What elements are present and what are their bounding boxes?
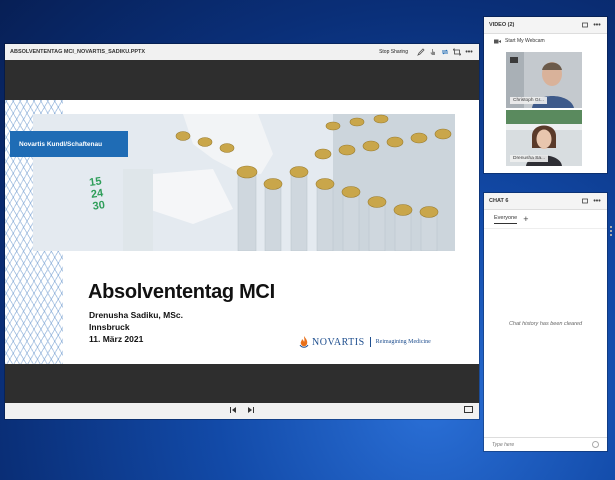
vial-number: 30 — [91, 199, 106, 213]
site-label: Novartis Kundl/Schaftenau — [10, 131, 128, 157]
chat-empty-message: Chat history has been cleared — [508, 321, 583, 327]
novartis-wordmark: NOVARTIS — [312, 336, 365, 348]
presentation-slide: 15 24 30 Novartis Kundl/Schaftenau Absol… — [5, 100, 479, 364]
add-tab-button[interactable]: + — [523, 214, 528, 224]
previous-icon — [230, 407, 236, 413]
video-tile[interactable]: Drenusha Sa... — [506, 110, 582, 166]
more-options-icon[interactable]: ••• — [592, 196, 602, 206]
sync-icon[interactable] — [440, 47, 450, 57]
slide-speaker: Drenusha Sadiku, MSc. — [89, 310, 183, 320]
more-options-icon[interactable]: ••• — [464, 47, 474, 57]
chat-pod-header: CHAT 6 ••• — [484, 193, 607, 210]
slide-viewport: 15 24 30 Novartis Kundl/Schaftenau Absol… — [5, 60, 479, 403]
share-pod-footer — [5, 403, 479, 419]
logo-divider — [369, 337, 371, 347]
fullscreen-icon[interactable] — [580, 20, 590, 30]
chat-input-placeholder: Type here — [492, 441, 515, 448]
novartis-logo: NOVARTIS Reimagining Medicine — [299, 336, 431, 348]
video-pod-header: VIDEO (2) ••• — [484, 17, 607, 34]
participant-name: Drenusha Sa... — [510, 155, 548, 162]
camera-icon — [494, 39, 501, 43]
novartis-flame-icon — [299, 336, 309, 348]
emoji-icon[interactable] — [592, 441, 599, 448]
participant-name: Christoph Gr... — [510, 97, 547, 104]
start-webcam-label: Start My Webcam — [505, 38, 545, 44]
video-pod: VIDEO (2) ••• Start My Webcam Christoph … — [484, 17, 607, 173]
next-icon — [248, 407, 254, 413]
slide-title: Absolvententag MCI — [88, 281, 275, 303]
slide-city: Innsbruck — [89, 322, 130, 332]
tab-everyone[interactable]: Everyone — [494, 215, 518, 224]
chat-input[interactable]: Type here — [484, 437, 607, 451]
fullscreen-icon[interactable] — [580, 196, 590, 206]
camera-device — [510, 57, 518, 63]
video-tile[interactable]: Christoph Gr... — [506, 52, 582, 108]
start-webcam-button[interactable]: Start My Webcam — [484, 34, 607, 48]
fullscreen-icon[interactable] — [452, 47, 462, 57]
share-pod-title: ABSOLVENTENTAG MCI_NOVARTIS_SADIKU.PPTX — [10, 49, 146, 55]
novartis-tagline: Reimagining Medicine — [375, 339, 431, 345]
resize-grip-icon[interactable] — [610, 226, 613, 236]
chat-pod-title: CHAT 6 — [489, 198, 509, 204]
stop-sharing-button[interactable]: Stop Sharing — [379, 49, 408, 55]
slide-date: 11. März 2021 — [89, 334, 144, 344]
pen-icon[interactable] — [416, 47, 426, 57]
share-pod: ABSOLVENTENTAG MCI_NOVARTIS_SADIKU.PPTX … — [5, 44, 479, 419]
fit-width-icon[interactable] — [464, 406, 473, 413]
pointer-hand-icon[interactable] — [428, 47, 438, 57]
more-options-icon[interactable]: ••• — [592, 20, 602, 30]
video-pod-title: VIDEO (2) — [489, 22, 515, 28]
chat-pod: CHAT 6 ••• Everyone + Chat history has b… — [484, 193, 607, 451]
chat-tabs: Everyone + — [484, 210, 607, 229]
share-pod-header: ABSOLVENTENTAG MCI_NOVARTIS_SADIKU.PPTX … — [5, 44, 479, 61]
next-slide-button[interactable] — [247, 406, 255, 416]
previous-slide-button[interactable] — [229, 406, 237, 416]
